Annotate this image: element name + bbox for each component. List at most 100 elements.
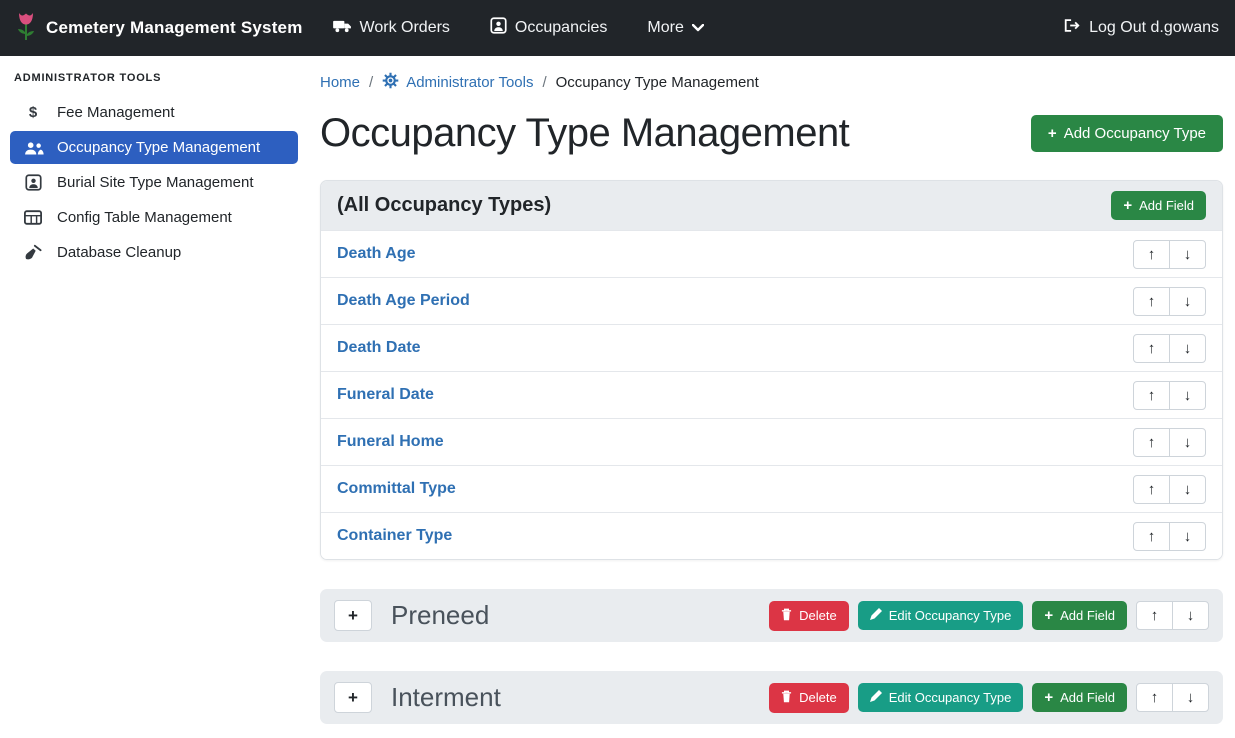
move-down-button[interactable]: ↓ <box>1172 683 1209 712</box>
nav-work-orders-label: Work Orders <box>360 19 450 37</box>
reorder-button-group: ↑ ↓ <box>1133 287 1206 316</box>
trash-icon <box>781 608 792 624</box>
section-title: Interment <box>391 682 769 713</box>
move-down-button[interactable]: ↓ <box>1169 334 1206 363</box>
move-up-button[interactable]: ↑ <box>1133 475 1170 504</box>
field-link-death-date[interactable]: Death Date <box>337 339 421 357</box>
edit-occupancy-type-button[interactable]: Edit Occupancy Type <box>858 683 1024 712</box>
move-up-button[interactable]: ↑ <box>1133 522 1170 551</box>
move-down-button[interactable]: ↓ <box>1172 601 1209 630</box>
nav-more[interactable]: More <box>647 19 703 37</box>
field-link-container-type[interactable]: Container Type <box>337 527 452 545</box>
field-link-funeral-date[interactable]: Funeral Date <box>337 386 434 404</box>
move-down-button[interactable]: ↓ <box>1169 240 1206 269</box>
breadcrumb-current: Occupancy Type Management <box>556 74 759 91</box>
move-up-button[interactable]: ↑ <box>1133 428 1170 457</box>
plus-icon: + <box>1123 198 1132 213</box>
add-field-label: Add Field <box>1060 690 1115 705</box>
move-up-button[interactable]: ↑ <box>1133 287 1170 316</box>
logout-button[interactable]: Log Out d.gowans <box>1063 18 1219 38</box>
move-up-button[interactable]: ↑ <box>1136 683 1173 712</box>
field-link-funeral-home[interactable]: Funeral Home <box>337 433 444 451</box>
breadcrumb-admin-tools[interactable]: Administrator Tools <box>382 72 533 93</box>
sidebar-item-label: Config Table Management <box>57 209 232 226</box>
delete-label: Delete <box>799 690 837 705</box>
broom-icon <box>22 244 44 261</box>
add-field-label: Add Field <box>1139 198 1194 213</box>
chevron-down-icon <box>692 19 704 37</box>
move-down-button[interactable]: ↓ <box>1169 428 1206 457</box>
top-navbar: Cemetery Management System Work Orders <box>0 0 1235 56</box>
move-down-button[interactable]: ↓ <box>1169 522 1206 551</box>
field-link-death-age[interactable]: Death Age <box>337 245 416 263</box>
app-brand[interactable]: Cemetery Management System <box>16 11 303 46</box>
person-badge-icon <box>22 174 44 191</box>
add-field-button[interactable]: + Add Field <box>1032 683 1127 712</box>
delete-button[interactable]: Delete <box>769 601 849 631</box>
sidebar-item-label: Occupancy Type Management <box>57 139 260 156</box>
breadcrumb-separator: / <box>542 74 546 91</box>
reorder-button-group: ↑ ↓ <box>1133 428 1206 457</box>
reorder-button-group: ↑ ↓ <box>1133 522 1206 551</box>
edit-occupancy-type-label: Edit Occupancy Type <box>889 608 1012 623</box>
reorder-button-group: ↑ ↓ <box>1133 475 1206 504</box>
sidebar-item-occupancy-type-management[interactable]: Occupancy Type Management <box>10 131 298 164</box>
logout-label: Log Out d.gowans <box>1089 19 1219 37</box>
sidebar-item-label: Database Cleanup <box>57 244 181 261</box>
dollar-icon: $ <box>22 104 44 121</box>
pencil-icon <box>870 690 882 705</box>
sidebar-item-label: Burial Site Type Management <box>57 174 254 191</box>
main-nav: Work Orders Occupancies More <box>333 17 704 39</box>
sidebar-item-database-cleanup[interactable]: Database Cleanup <box>10 236 298 269</box>
reorder-button-group: ↑ ↓ <box>1136 601 1209 630</box>
move-down-button[interactable]: ↓ <box>1169 287 1206 316</box>
sidebar-item-label: Fee Management <box>57 104 175 121</box>
occupancy-type-section-interment: + Interment Delete <box>320 671 1223 724</box>
reorder-button-group: ↑ ↓ <box>1133 334 1206 363</box>
field-link-death-age-period[interactable]: Death Age Period <box>337 292 470 310</box>
pencil-icon <box>870 608 882 623</box>
move-down-button[interactable]: ↓ <box>1169 381 1206 410</box>
field-row: Death Age ↑ ↓ <box>321 230 1222 277</box>
field-row: Funeral Home ↑ ↓ <box>321 418 1222 465</box>
delete-button[interactable]: Delete <box>769 683 849 713</box>
field-row: Death Age Period ↑ ↓ <box>321 277 1222 324</box>
expand-section-button[interactable]: + <box>334 682 372 713</box>
section-actions: Delete Edit Occupancy Type + Add Field ↑ <box>769 601 1209 631</box>
nav-more-label: More <box>647 19 683 37</box>
move-up-button[interactable]: ↑ <box>1136 601 1173 630</box>
move-up-button[interactable]: ↑ <box>1133 240 1170 269</box>
nav-work-orders[interactable]: Work Orders <box>333 18 450 38</box>
add-occupancy-type-button[interactable]: + Add Occupancy Type <box>1031 115 1223 152</box>
all-occupancy-types-card: (All Occupancy Types) + Add Field Death … <box>320 180 1223 560</box>
sidebar: Administrator Tools $ Fee Management Occ… <box>0 56 308 738</box>
field-row: Death Date ↑ ↓ <box>321 324 1222 371</box>
move-down-button[interactable]: ↓ <box>1169 475 1206 504</box>
field-link-committal-type[interactable]: Committal Type <box>337 480 456 498</box>
edit-occupancy-type-label: Edit Occupancy Type <box>889 690 1012 705</box>
add-field-button[interactable]: + Add Field <box>1032 601 1127 630</box>
nav-occupancies-label: Occupancies <box>515 19 608 37</box>
trash-icon <box>781 690 792 706</box>
edit-occupancy-type-button[interactable]: Edit Occupancy Type <box>858 601 1024 630</box>
sidebar-item-fee-management[interactable]: $ Fee Management <box>10 96 298 129</box>
occupancy-type-section-preneed: + Preneed Delete <box>320 589 1223 642</box>
all-occupancy-types-header: (All Occupancy Types) + Add Field <box>321 181 1222 230</box>
tulip-logo-icon <box>16 11 36 46</box>
nav-occupancies[interactable]: Occupancies <box>490 17 608 39</box>
breadcrumb: Home / Administrator Tools / <box>320 72 1223 93</box>
move-up-button[interactable]: ↑ <box>1133 334 1170 363</box>
sidebar-item-burial-site-type-management[interactable]: Burial Site Type Management <box>10 166 298 199</box>
sidebar-item-config-table-management[interactable]: Config Table Management <box>10 201 298 234</box>
move-up-button[interactable]: ↑ <box>1133 381 1170 410</box>
reorder-button-group: ↑ ↓ <box>1136 683 1209 712</box>
page-layout: Administrator Tools $ Fee Management Occ… <box>0 56 1235 738</box>
field-row: Container Type ↑ ↓ <box>321 512 1222 559</box>
add-field-button[interactable]: + Add Field <box>1111 191 1206 220</box>
field-row: Funeral Date ↑ ↓ <box>321 371 1222 418</box>
sidebar-heading: Administrator Tools <box>0 62 308 94</box>
page-title: Occupancy Type Management <box>320 111 849 156</box>
main-content: Home / Administrator Tools / <box>308 56 1235 738</box>
breadcrumb-home[interactable]: Home <box>320 74 360 91</box>
expand-section-button[interactable]: + <box>334 600 372 631</box>
